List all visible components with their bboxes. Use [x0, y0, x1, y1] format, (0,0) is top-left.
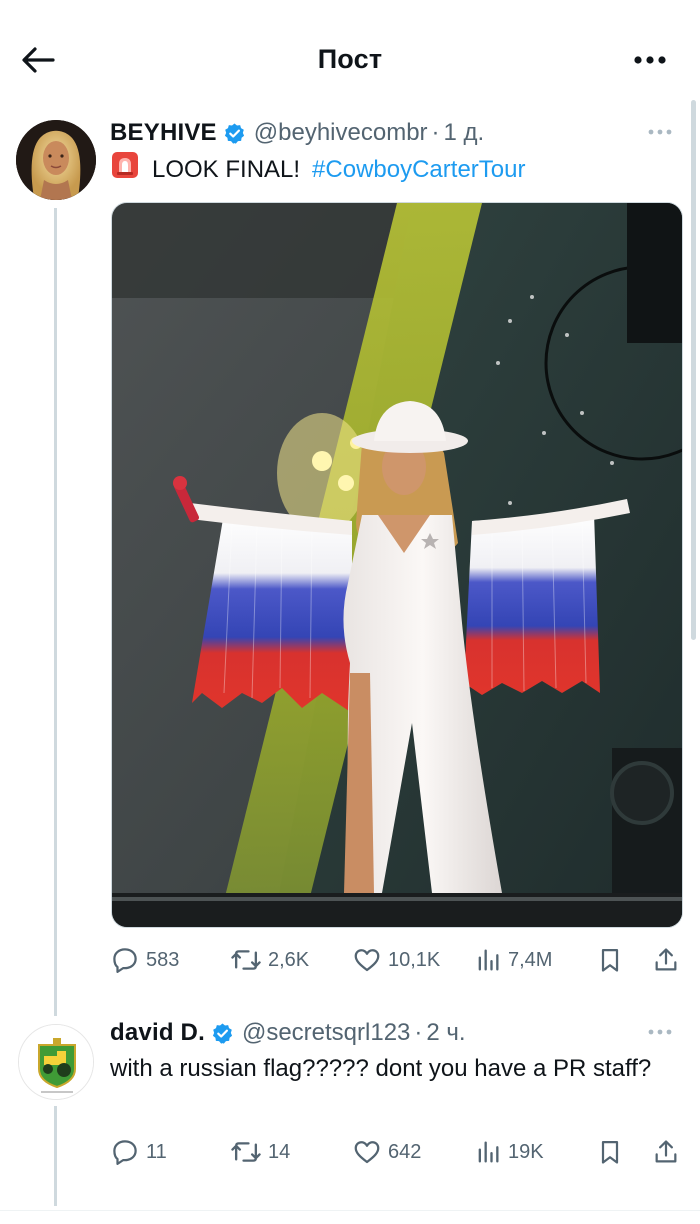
bookmark-button[interactable] [596, 1132, 624, 1172]
views-button[interactable]: 19K [474, 1132, 544, 1172]
siren-emoji-icon [110, 150, 140, 190]
share-icon [655, 1140, 677, 1163]
tweet-text: with a russian flag????? dont you have a… [110, 1055, 652, 1082]
avatar[interactable] [16, 120, 96, 200]
reply-button[interactable]: 583 [110, 940, 179, 980]
repost-icon [231, 950, 261, 970]
post-header: BEYHIVE @beyhivecombr · 1 д. [110, 117, 484, 149]
views-icon [478, 1141, 499, 1163]
reply-count: 583 [146, 948, 180, 971]
tweet-body: LOOK FINAL! [152, 156, 301, 183]
avatar[interactable] [18, 1024, 94, 1100]
verified-badge-icon [223, 122, 246, 145]
share-button[interactable] [652, 940, 680, 980]
top-bar: Пост [0, 0, 700, 110]
post-header: david D. @secretsqrl123 · 2 ч. [110, 1017, 466, 1049]
post-image[interactable] [111, 202, 683, 928]
reply-icon [113, 1140, 137, 1165]
author-name[interactable]: david D. [110, 1019, 205, 1047]
author-handle[interactable]: @beyhivecombr [254, 119, 428, 147]
post-actions: 583 2,6K 10,1K 7,4M [110, 940, 684, 980]
avatar-portrait-icon [16, 120, 96, 200]
like-button[interactable]: 642 [352, 1132, 421, 1172]
scrollbar[interactable] [691, 100, 696, 640]
separator-dot: · [414, 1019, 423, 1046]
thread-line [54, 1106, 57, 1206]
post-more-button[interactable] [642, 120, 678, 144]
page-title: Пост [317, 44, 383, 74]
more-horizontal-icon [648, 129, 672, 135]
repost-icon [231, 1142, 261, 1162]
like-count: 642 [388, 1140, 422, 1163]
heart-icon [354, 949, 380, 972]
repost-count: 2,6K [268, 948, 310, 971]
more-horizontal-icon [648, 1029, 672, 1035]
repost-button[interactable]: 2,6K [230, 940, 309, 980]
hashtag-link[interactable]: #CowboyCarterTour [312, 153, 525, 187]
author-handle[interactable]: @secretsqrl123 [242, 1019, 410, 1047]
bookmark-icon [601, 948, 619, 972]
separator-dot: · [431, 119, 440, 146]
post-time[interactable]: 1 д. [444, 119, 485, 147]
view-count: 19K [508, 1140, 544, 1163]
reply-icon [113, 948, 137, 973]
tweet-text: LOOK FINAL! #CowboyCarterTour [110, 150, 660, 190]
concert-photo [112, 203, 682, 927]
heart-icon [354, 1141, 380, 1164]
tractor-emblem-icon [19, 1025, 93, 1099]
more-options-button[interactable] [630, 44, 670, 76]
bookmark-icon [601, 1140, 619, 1164]
verified-badge-icon [211, 1022, 234, 1045]
like-button[interactable]: 10,1K [352, 940, 440, 980]
more-horizontal-icon [634, 56, 666, 64]
bookmark-button[interactable] [596, 940, 624, 980]
views-icon [478, 949, 499, 971]
repost-button[interactable]: 14 [230, 1132, 290, 1172]
author-name[interactable]: BEYHIVE [110, 119, 217, 147]
post-time[interactable]: 2 ч. [426, 1019, 465, 1047]
reply-button[interactable]: 11 [110, 1132, 167, 1172]
views-button[interactable]: 7,4M [474, 940, 552, 980]
reply-count: 11 [146, 1140, 167, 1163]
view-count: 7,4M [508, 948, 553, 971]
share-button[interactable] [652, 1132, 680, 1172]
share-icon [655, 948, 677, 971]
post-actions: 11 14 642 19K [110, 1132, 684, 1172]
thread-line [54, 208, 57, 1016]
divider [0, 1210, 700, 1211]
repost-count: 14 [268, 1140, 291, 1163]
like-count: 10,1K [388, 948, 441, 971]
post-more-button[interactable] [642, 1020, 678, 1044]
